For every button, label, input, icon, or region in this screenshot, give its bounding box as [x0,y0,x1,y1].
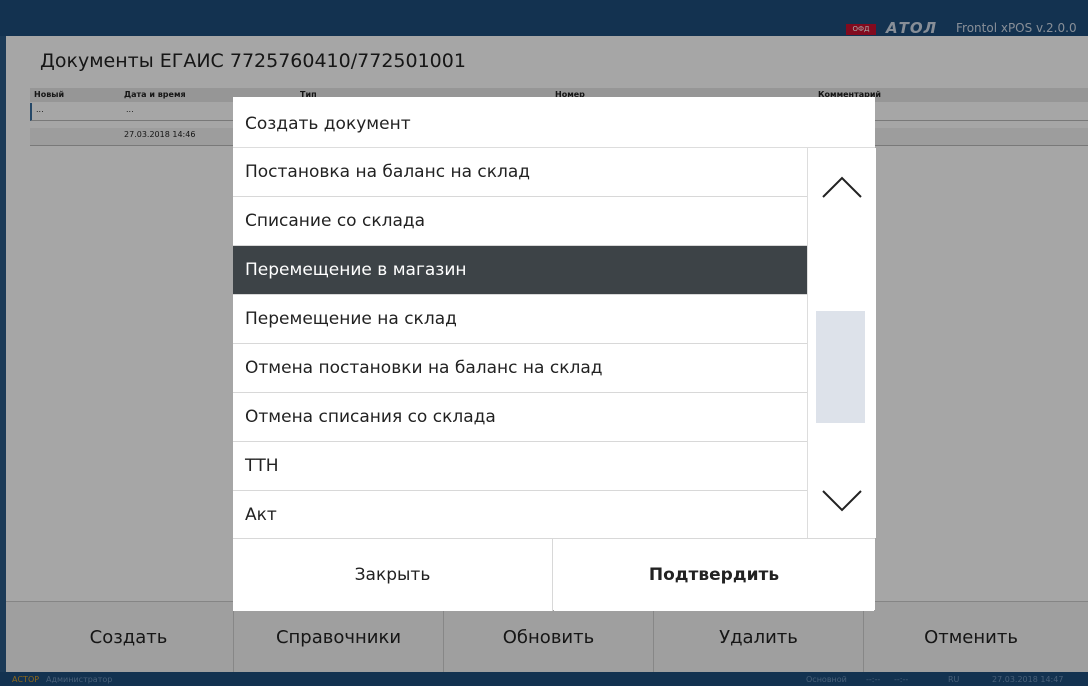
scrollbar-thumb[interactable] [816,311,865,423]
list-item[interactable]: Акт [233,491,807,538]
dialog-buttons: Закрыть Подтвердить [233,538,875,611]
close-button[interactable]: Закрыть [233,539,553,611]
create-document-dialog: Создать документ Постановка на баланс на… [233,97,876,611]
list-item[interactable]: Отмена постановки на баланс на склад [233,344,807,393]
dialog-title: Создать документ [245,114,411,134]
list-item[interactable]: Постановка на баланс на склад [233,148,807,197]
scroll-down-button[interactable] [808,478,876,524]
document-type-list: Постановка на баланс на склад Списание с… [233,148,807,538]
list-item[interactable]: Отмена списания со склада [233,393,807,442]
confirm-button[interactable]: Подтвердить [554,539,874,611]
list-item[interactable]: Списание со склада [233,197,807,246]
scroll-column [807,148,876,538]
chevron-up-icon [822,176,862,198]
scroll-up-button[interactable] [808,164,876,210]
list-item[interactable]: ТТН [233,442,807,491]
chevron-down-icon [822,490,862,512]
list-item[interactable]: Перемещение на склад [233,295,807,344]
list-item-selected[interactable]: Перемещение в магазин [233,246,807,295]
